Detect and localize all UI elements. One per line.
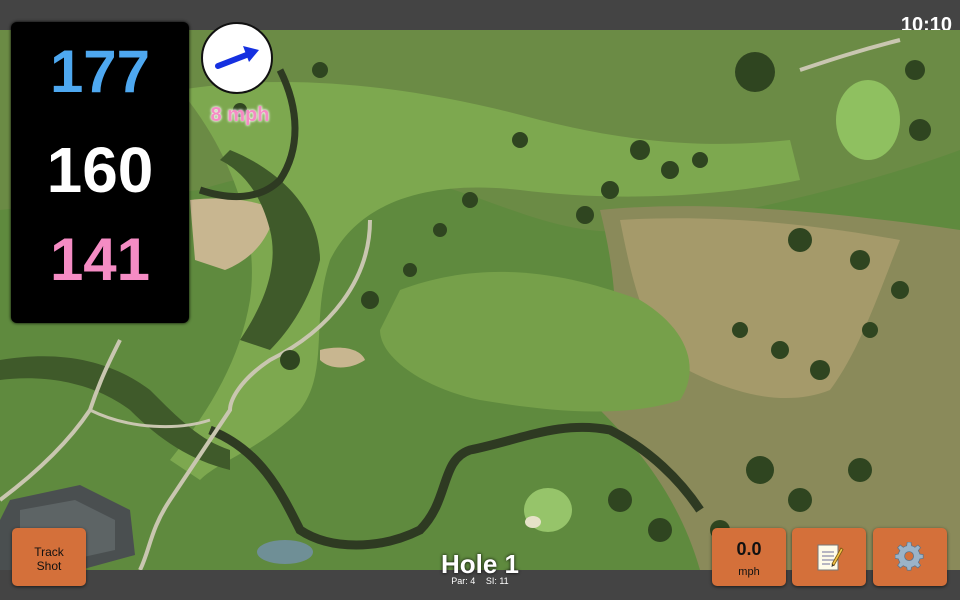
gear-icon: [895, 542, 924, 571]
distance-panel: 177 160 141: [11, 22, 189, 323]
hole-si: SI: 11: [485, 576, 509, 586]
notes-button[interactable]: [792, 528, 866, 586]
arrow-icon: [215, 46, 259, 69]
hole-info: Par: 4 SI: 11: [380, 576, 580, 586]
track-shot-label-line1: Track: [34, 545, 64, 559]
notepad-icon: [817, 544, 844, 571]
middle-distance: 160: [46, 134, 154, 206]
track-shot-label-line2: Shot: [36, 559, 62, 573]
back-distance: 177: [49, 38, 151, 105]
hole-title: Hole 1: [440, 549, 520, 579]
speed-button[interactable]: 0.0 mph: [712, 528, 786, 586]
settings-button[interactable]: [873, 528, 947, 586]
speed-value: 0.0: [736, 539, 762, 559]
speed-unit: mph: [738, 566, 760, 578]
hole-par: Par: 4: [451, 576, 476, 586]
track-shot-button[interactable]: Track Shot: [12, 528, 86, 586]
wind-speed: 8 mph: [210, 104, 270, 126]
front-distance: 141: [49, 226, 151, 293]
wind-indicator: [201, 22, 273, 94]
